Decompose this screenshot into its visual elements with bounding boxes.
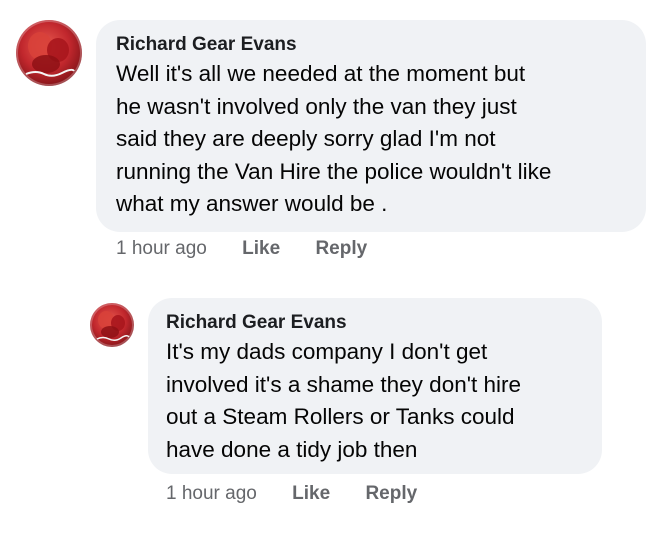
comment-actions: 1 hour ago Like Reply	[116, 238, 367, 260]
comment-thread: Richard Gear Evans Well it's all we need…	[0, 0, 655, 539]
comment-text-line: Well it's all we needed at the moment bu…	[116, 61, 526, 86]
like-button[interactable]: Like	[242, 238, 280, 259]
comment-text-line: he wasn't involved only the van they jus…	[116, 93, 517, 119]
profile-photo-icon[interactable]	[90, 303, 134, 347]
comment-text: It's my dads company I don't get involve…	[166, 336, 584, 466]
comment-text-line: out a Steam Rollers or Tanks could	[166, 404, 515, 429]
comment-text-line: involved it's a shame they don't hire	[166, 371, 522, 397]
comment-bubble: Richard Gear Evans It's my dads company …	[148, 298, 602, 474]
profile-photo-icon[interactable]	[16, 20, 82, 86]
reply-button[interactable]: Reply	[365, 483, 417, 504]
reply-button[interactable]: Reply	[315, 238, 367, 259]
comment-text: Well it's all we needed at the moment bu…	[116, 58, 626, 221]
comment-actions: 1 hour ago Like Reply	[166, 483, 417, 505]
comment-timestamp[interactable]: 1 hour ago	[116, 238, 207, 259]
comment-author[interactable]: Richard Gear Evans	[166, 312, 584, 334]
like-button[interactable]: Like	[292, 483, 330, 504]
comment-text-line: have done a tidy job then	[166, 436, 418, 462]
comment-text-line: what my answer would be .	[116, 191, 388, 216]
comment-text-line: It's my dads company I don't get	[166, 339, 488, 364]
comment-text-line: said they are deeply sorry glad I'm not	[116, 126, 496, 151]
comment-bubble: Richard Gear Evans Well it's all we need…	[96, 20, 646, 232]
comment-text-line: running the Van Hire the police wouldn't…	[116, 158, 552, 184]
comment-timestamp[interactable]: 1 hour ago	[166, 483, 257, 504]
comment-author[interactable]: Richard Gear Evans	[116, 34, 626, 56]
avatar-image	[96, 311, 130, 342]
avatar-image	[25, 32, 75, 77]
